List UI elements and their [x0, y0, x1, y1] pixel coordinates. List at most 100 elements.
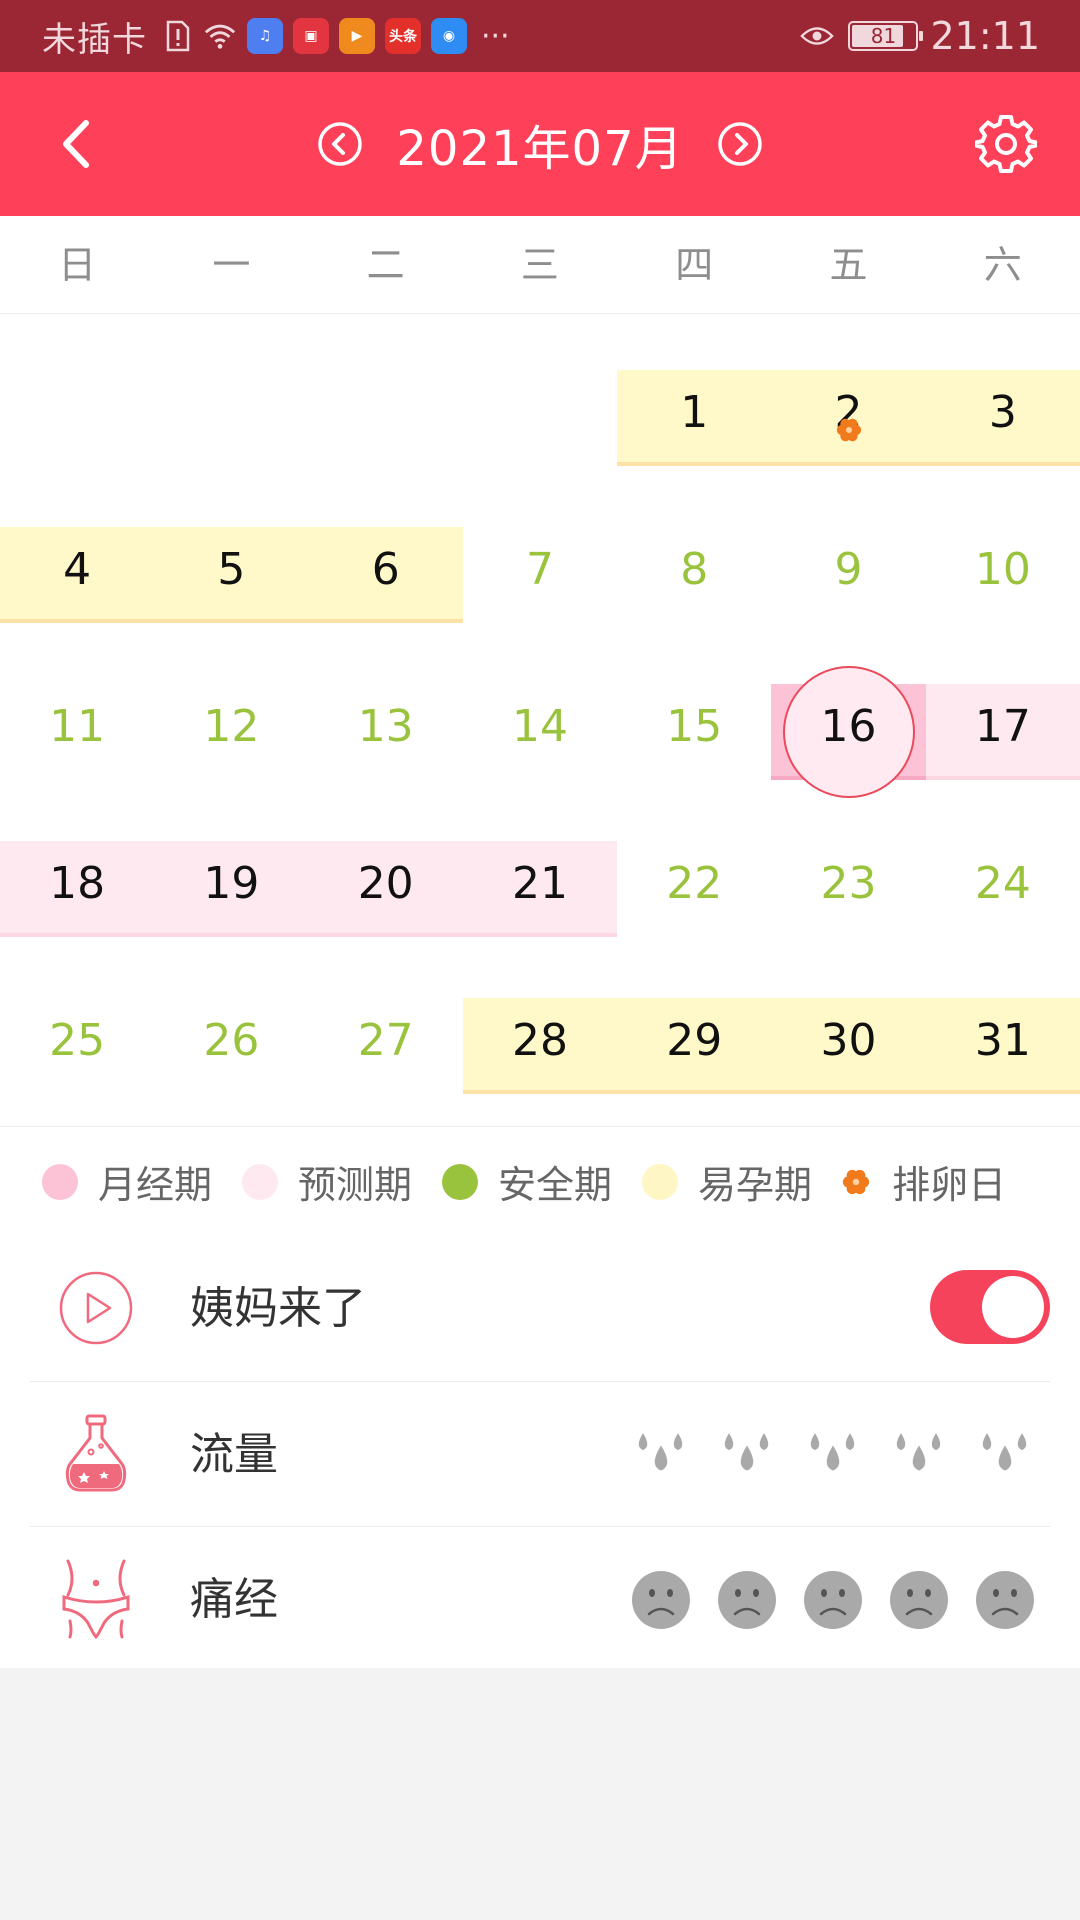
weekday-label: 六 [983, 243, 1022, 287]
calendar-day[interactable]: 11 [0, 678, 154, 774]
cramps-level-selector [606, 1527, 1036, 1672]
flow-drops-icon[interactable] [802, 1424, 864, 1486]
calendar-day[interactable]: 22 [617, 835, 771, 931]
calendar-day[interactable]: 31 [926, 992, 1080, 1088]
status-right: 81 21:11 [792, 14, 1040, 58]
legend-item: 预测期 [242, 1154, 412, 1209]
month-calendar: 日一二三四五六 1 2 3 4 5 6 7 8 9 10 11 12 13 14 15 16 17 18 19 20 2… [0, 216, 1080, 1126]
calendar-day[interactable]: 29 [617, 992, 771, 1088]
safe-dot-icon [442, 1163, 479, 1200]
legend-item: 安全期 [442, 1154, 612, 1209]
calendar-day[interactable]: 19 [154, 835, 308, 931]
music-app-icon: ♫ [247, 18, 283, 54]
calendar-day[interactable]: 1 [617, 364, 771, 460]
calendar-day[interactable]: 16 [771, 678, 925, 774]
period-dot-icon [42, 1163, 78, 1200]
abdomen-icon [58, 1559, 134, 1639]
period-came-row: 姨妈来了 [30, 1236, 1050, 1381]
record-panel: 姨妈来了 流量 痛经 [0, 1236, 1080, 1668]
sad-face-icon[interactable] [802, 1569, 864, 1631]
previous-month-button[interactable] [316, 120, 364, 168]
calendar-day[interactable]: 3 [926, 364, 1080, 460]
period-came-toggle[interactable] [930, 1270, 1050, 1344]
calendar-day[interactable]: 21 [463, 835, 617, 931]
calendar-day[interactable]: 30 [771, 992, 925, 1088]
more-notifications-icon: ··· [481, 18, 510, 54]
clock: 21:11 [930, 14, 1040, 58]
settings-button[interactable] [970, 108, 1042, 180]
calendar-day[interactable]: 25 [0, 992, 154, 1088]
book-app-icon: ▣ [293, 18, 329, 54]
legend-label: 月经期 [98, 1163, 213, 1207]
sad-face-icon[interactable] [974, 1569, 1036, 1631]
calendar-day[interactable]: 6 [309, 521, 463, 617]
cramps-label: 痛经 [190, 1574, 278, 1625]
app-header: 2021年07月 [0, 72, 1080, 216]
calendar-legend: 月经期 预测期 安全期 易孕期 排卵日 [0, 1126, 1080, 1236]
predicted-dot-icon [242, 1163, 279, 1200]
flow-drops-icon[interactable] [974, 1424, 1036, 1486]
weekday-label: 日 [58, 243, 97, 287]
month-navigator: 2021年07月 [0, 110, 1080, 178]
sim-alert-icon [161, 19, 195, 53]
carrier-text: 未插卡 [42, 19, 147, 60]
calendar-day[interactable]: 12 [154, 678, 308, 774]
calendar-day[interactable]: 4 [0, 521, 154, 617]
weekday-label: 五 [829, 243, 868, 287]
flow-row: 流量 [30, 1381, 1050, 1526]
calendar-day[interactable]: 28 [463, 992, 617, 1088]
calendar-day[interactable]: 24 [926, 835, 1080, 931]
calendar-day[interactable]: 9 [771, 521, 925, 617]
status-left: 未插卡 ♫ ▣ ▶ 头条 ◉ ··· [42, 14, 510, 60]
calendar-day[interactable]: 14 [463, 678, 617, 774]
period-came-label: 姨妈来了 [190, 1283, 366, 1334]
calendar-day[interactable]: 23 [771, 835, 925, 931]
flow-drops-icon[interactable] [716, 1424, 778, 1486]
legend-label: 预测期 [298, 1163, 413, 1207]
sad-face-icon[interactable] [716, 1569, 778, 1631]
circle-chevron-left-icon [318, 122, 363, 166]
ovulation-flower-icon [836, 418, 861, 442]
flow-drops-icon[interactable] [888, 1424, 950, 1486]
calendar-day[interactable]: 7 [463, 521, 617, 617]
calendar-day[interactable]: 5 [154, 521, 308, 617]
flow-level-selector [606, 1382, 1036, 1527]
status-bar: 未插卡 ♫ ▣ ▶ 头条 ◉ ··· 81 21:11 [0, 0, 1080, 72]
legend-item: 月经期 [42, 1154, 212, 1209]
next-month-button[interactable] [716, 120, 764, 168]
weekday-label: 二 [366, 243, 405, 287]
wifi-icon [203, 19, 237, 53]
calendar-day[interactable]: 18 [0, 835, 154, 931]
weekday-label: 四 [675, 243, 714, 287]
calendar-day[interactable]: 20 [309, 835, 463, 931]
legend-item: 易孕期 [642, 1154, 812, 1209]
legend-label: 易孕期 [698, 1163, 813, 1207]
calendar-day[interactable]: 10 [926, 521, 1080, 617]
battery-icon: 81 [848, 21, 924, 51]
calendar-day[interactable]: 26 [154, 992, 308, 1088]
flow-label: 流量 [190, 1429, 278, 1480]
calendar-day[interactable]: 8 [617, 521, 771, 617]
potion-flask-icon [58, 1414, 134, 1492]
cramps-row: 痛经 [30, 1526, 1050, 1671]
sad-face-icon[interactable] [888, 1569, 950, 1631]
battery-level: 81 [870, 24, 897, 48]
weekday-label: 三 [520, 243, 559, 287]
ovulation-icon [842, 1169, 870, 1194]
gear-icon [975, 115, 1037, 173]
circle-chevron-right-icon [717, 122, 762, 166]
toutiao-app-icon: 头条 [385, 18, 421, 54]
sad-face-icon[interactable] [630, 1569, 692, 1631]
calendar-day[interactable]: 15 [617, 678, 771, 774]
fertile-dot-icon [642, 1163, 679, 1200]
calendar-day[interactable]: 13 [309, 678, 463, 774]
calendar-day[interactable]: 27 [309, 992, 463, 1088]
weekday-header: 日一二三四五六 [0, 216, 1080, 314]
eye-comfort-icon [800, 19, 835, 53]
flow-drops-icon[interactable] [630, 1424, 692, 1486]
calendar-day[interactable]: 2 [771, 364, 925, 460]
browser-app-icon: ◉ [431, 18, 467, 54]
video-app-icon: ▶ [339, 18, 375, 54]
calendar-day[interactable]: 17 [926, 678, 1080, 774]
legend-label: 排卵日 [892, 1163, 1007, 1207]
